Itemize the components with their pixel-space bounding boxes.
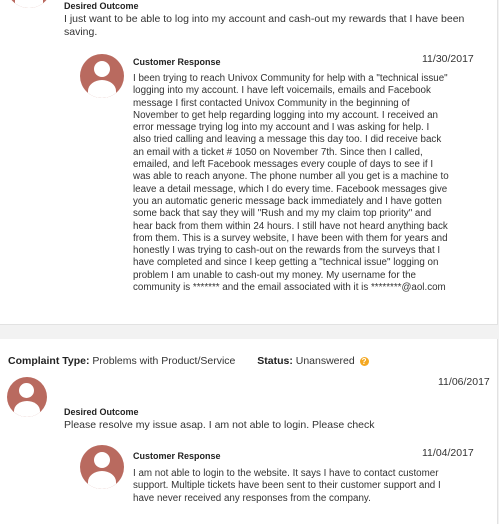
complaint-type-value: Problems with Product/Service [92,355,236,367]
question-circle-icon[interactable]: ? [359,356,369,366]
status-value: Unanswered [295,355,355,367]
complaint-date: 11/06/2017 [438,376,490,388]
complaint-type-label: Complaint Type: [8,355,90,367]
business-avatar-icon [80,445,124,489]
response-date: 11/30/2017 [422,53,474,65]
user-avatar-icon [6,0,52,8]
user-avatar-icon [7,377,47,417]
desired-outcome-label: Desired Outcome [64,407,139,417]
status-label: Status: [257,355,293,367]
response-date: 11/04/2017 [422,447,474,459]
desired-outcome-text: Please resolve my issue asap. I am not a… [64,419,375,431]
business-avatar-icon [80,54,124,98]
customer-response-text: I am not able to login to the website. I… [133,468,441,504]
customer-response-text: I been trying to reach Univox Community … [133,73,449,294]
complaint-card-1: Desired Outcome I just want to be able t… [0,0,498,325]
desired-outcome-text: I just want to be able to log into my ac… [64,13,465,38]
desired-outcome-label: Desired Outcome [64,1,139,11]
complaint-meta: Complaint Type: Problems with Product/Se… [8,355,369,367]
customer-response-label: Customer Response [133,451,221,461]
customer-response-label: Customer Response [133,57,221,67]
